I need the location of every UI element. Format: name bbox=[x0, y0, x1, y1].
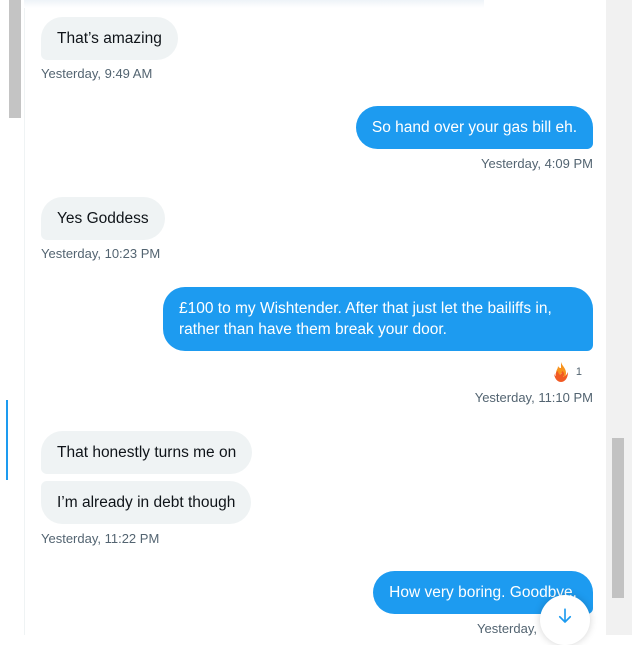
left-panel-edge bbox=[0, 0, 25, 635]
message-incoming[interactable]: I’m already in debt though bbox=[41, 481, 252, 524]
message-incoming[interactable]: That’s amazing bbox=[41, 17, 178, 60]
message-text: I’m already in debt though bbox=[57, 494, 236, 511]
arrow-down-icon bbox=[558, 608, 572, 623]
message-incoming[interactable]: That honestly turns me on bbox=[41, 431, 253, 474]
reaction-count: 1 bbox=[575, 366, 582, 378]
message-text: That honestly turns me on bbox=[57, 444, 237, 461]
message-text: So hand over your gas bill eh. bbox=[371, 119, 577, 136]
message-list[interactable]: That’s amazing Yesterday, 9:49 AM So han… bbox=[24, 0, 606, 636]
scroll-to-bottom-button[interactable] bbox=[540, 595, 590, 645]
message-reaction[interactable]: 1 bbox=[549, 360, 582, 384]
message-text: How very boring. Goodbye. bbox=[389, 584, 577, 601]
message-outgoing[interactable]: So hand over your gas bill eh. bbox=[355, 106, 593, 149]
message-timestamp: Yesterday, 11:10 PM bbox=[474, 390, 593, 405]
scrollbar-thumb[interactable] bbox=[612, 438, 624, 598]
message-incoming[interactable]: Yes Goddess bbox=[41, 197, 165, 240]
scrollbar-track[interactable] bbox=[606, 0, 632, 635]
message-timestamp: Yesterday, bbox=[477, 621, 537, 636]
message-timestamp: Yesterday, 10:23 PM bbox=[41, 246, 161, 261]
message-text: That’s amazing bbox=[57, 30, 162, 47]
left-scrollbar-thumb[interactable] bbox=[9, 0, 21, 118]
message-text: Yes Goddess bbox=[57, 210, 149, 227]
message-text: £100 to my Wishtender. After that just l… bbox=[179, 300, 552, 338]
message-outgoing[interactable]: £100 to my Wishtender. After that just l… bbox=[163, 287, 593, 351]
message-timestamp: Yesterday, 9:49 AM bbox=[41, 66, 153, 81]
selected-conversation-indicator bbox=[6, 400, 8, 480]
message-timestamp: Yesterday, 11:22 PM bbox=[41, 531, 160, 546]
message-timestamp: Yesterday, 4:09 PM bbox=[480, 156, 593, 171]
fire-icon bbox=[553, 362, 568, 382]
